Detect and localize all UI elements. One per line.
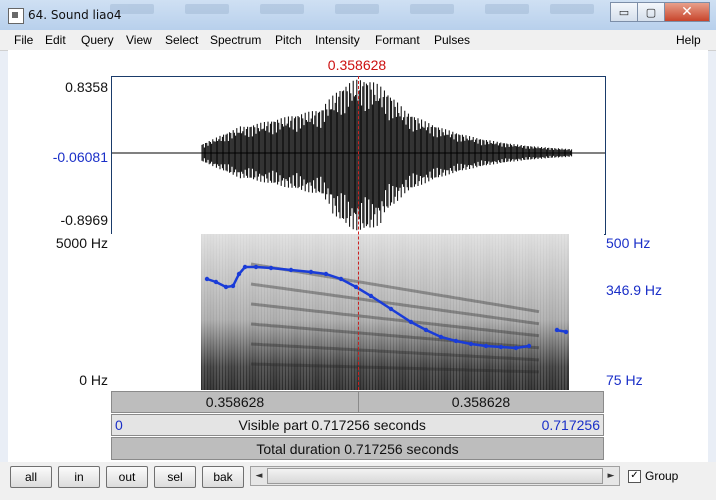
waveform-ymax-label: 0.8358 xyxy=(65,79,108,95)
pitch-point xyxy=(223,284,229,290)
pitch-point xyxy=(453,338,459,344)
zoom-back-button[interactable]: bak xyxy=(202,466,244,488)
menu-view[interactable]: View xyxy=(126,33,152,47)
menu-bar: File Edit Query View Select Spectrum Pit… xyxy=(0,30,716,51)
spectrogram-bottom-label: 0 Hz xyxy=(79,372,108,388)
visible-part-bar[interactable]: 0 Visible part 0.717256 seconds 0.717256 xyxy=(111,414,604,436)
scrollbar-thumb[interactable] xyxy=(267,468,603,484)
waveform-ymin-label: -0.8969 xyxy=(60,212,108,228)
menu-pitch[interactable]: Pitch xyxy=(275,33,302,47)
scroll-left-icon[interactable]: ◄ xyxy=(251,467,267,485)
pitch-point xyxy=(323,271,329,277)
total-duration-label: Total duration 0.717256 seconds xyxy=(256,440,459,457)
pitch-point xyxy=(513,345,519,351)
menu-spectrum[interactable]: Spectrum xyxy=(210,33,261,47)
pitch-top-label: 500 Hz xyxy=(606,235,651,251)
pitch-point xyxy=(554,327,560,333)
pitch-point xyxy=(483,343,489,349)
zoom-selection-button[interactable]: sel xyxy=(154,466,196,488)
background-taskbar xyxy=(110,2,594,28)
menu-edit[interactable]: Edit xyxy=(45,33,66,47)
window-title: 64. Sound liao4 xyxy=(28,8,122,22)
menu-pulses[interactable]: Pulses xyxy=(434,33,470,47)
menu-query[interactable]: Query xyxy=(81,33,114,47)
scroll-right-icon[interactable]: ► xyxy=(603,467,619,485)
pitch-point xyxy=(230,283,236,289)
cursor-line xyxy=(358,76,359,390)
total-duration-bar[interactable]: Total duration 0.717256 seconds xyxy=(111,437,604,460)
time-bar-left-label: 0.358628 xyxy=(205,394,265,410)
menu-formant[interactable]: Formant xyxy=(375,33,420,47)
waveform-cursor-value: -0.06081 xyxy=(52,149,108,165)
visible-end-label: 0.717256 xyxy=(541,417,600,433)
pitch-point xyxy=(236,271,242,277)
window-controls: ▭ ▢ ✕ xyxy=(610,2,710,22)
visible-start-label: 0 xyxy=(115,417,123,433)
time-bar-right-label: 0.358628 xyxy=(451,394,511,410)
menu-select[interactable]: Select xyxy=(165,33,198,47)
zoom-out-button[interactable]: out xyxy=(106,466,148,488)
spectrogram-top-label: 5000 Hz xyxy=(55,235,108,251)
pitch-point xyxy=(423,327,429,333)
app-icon xyxy=(8,8,24,24)
group-checkbox[interactable]: ✓ xyxy=(628,470,641,483)
pitch-point xyxy=(204,276,210,282)
visible-part-label: Visible part 0.717256 seconds xyxy=(238,417,426,433)
pitch-point xyxy=(388,306,394,312)
all-button[interactable]: all xyxy=(10,466,52,488)
time-bar-right[interactable]: 0.358628 xyxy=(359,392,603,412)
pitch-cursor-value: 346.9 Hz xyxy=(606,282,663,298)
title-bar: 64. Sound liao4 ▭ ▢ ✕ xyxy=(0,0,716,31)
time-bar[interactable]: 0.358628 0.358628 xyxy=(111,391,604,413)
pitch-point xyxy=(368,293,374,299)
pitch-point xyxy=(338,276,344,282)
close-button[interactable]: ✕ xyxy=(664,2,710,22)
cursor-time-label: 0.358628 xyxy=(327,57,387,73)
pitch-point xyxy=(438,334,444,340)
time-bar-left[interactable]: 0.358628 xyxy=(112,392,359,412)
pitch-point xyxy=(563,329,569,335)
pitch-point xyxy=(288,267,294,273)
waveform-trace xyxy=(201,79,573,231)
pitch-point xyxy=(468,341,474,347)
pitch-point xyxy=(526,343,532,349)
pitch-point xyxy=(242,264,248,270)
maximize-button[interactable]: ▢ xyxy=(637,2,665,22)
pitch-point xyxy=(213,279,219,285)
pitch-bottom-label: 75 Hz xyxy=(606,372,643,388)
pitch-point xyxy=(498,344,504,350)
pitch-point xyxy=(268,265,274,271)
menu-help[interactable]: Help xyxy=(676,33,701,47)
group-label: Group xyxy=(645,469,679,483)
menu-intensity[interactable]: Intensity xyxy=(315,33,360,47)
pitch-point xyxy=(308,269,314,275)
menu-file[interactable]: File xyxy=(14,33,33,47)
time-scrollbar[interactable]: ◄ ► xyxy=(250,466,620,486)
pitch-point xyxy=(253,264,259,270)
zoom-in-button[interactable]: in xyxy=(58,466,100,488)
pitch-point xyxy=(408,319,414,325)
minimize-button[interactable]: ▭ xyxy=(610,2,638,22)
